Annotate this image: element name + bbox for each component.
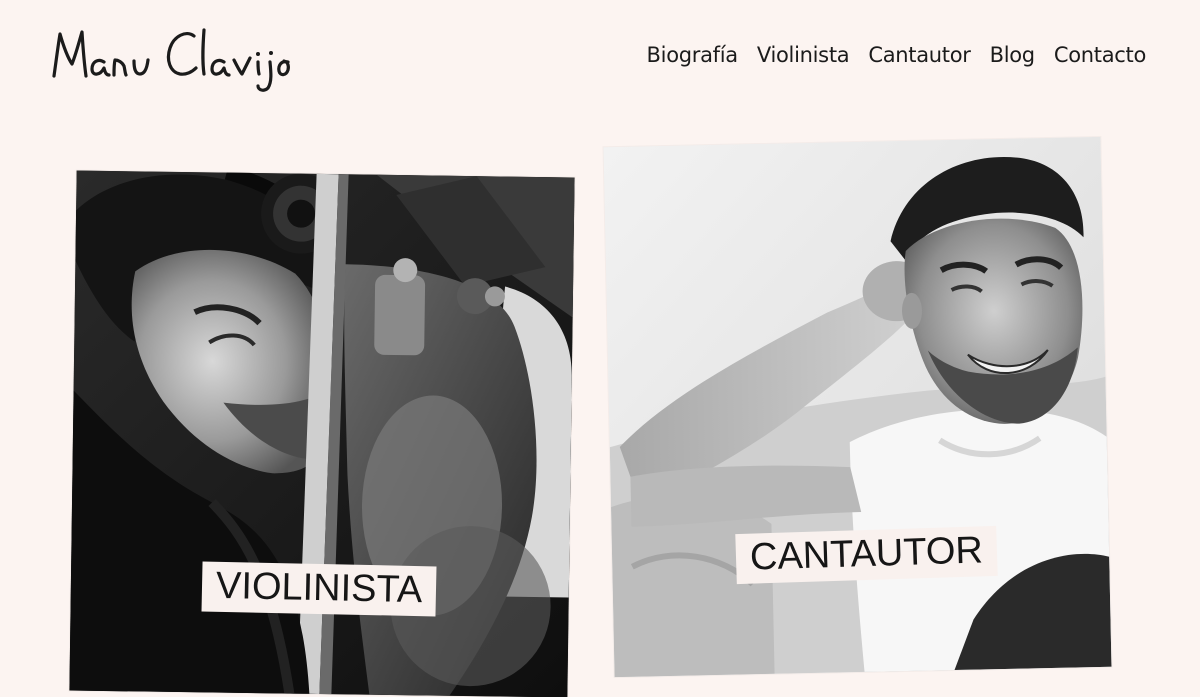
nav-violinista[interactable]: Violinista: [757, 40, 850, 70]
violinist-card[interactable]: [69, 170, 575, 697]
nav-blog[interactable]: Blog: [990, 40, 1036, 70]
main-nav: Biografía Violinista Cantautor Blog Cont…: [647, 40, 1147, 70]
nav-biografia[interactable]: Biografía: [647, 40, 739, 70]
singer-photo: [603, 136, 1112, 678]
logo-signature: [52, 28, 290, 92]
cantautor-label[interactable]: CANTAUTOR: [735, 525, 998, 585]
singer-card[interactable]: [603, 136, 1112, 678]
site-logo[interactable]: [48, 24, 298, 98]
violinist-photo: [69, 170, 575, 697]
nav-cantautor[interactable]: Cantautor: [868, 40, 971, 70]
violinista-label[interactable]: VIOLINISTA: [201, 561, 437, 617]
nav-contacto[interactable]: Contacto: [1054, 40, 1146, 70]
